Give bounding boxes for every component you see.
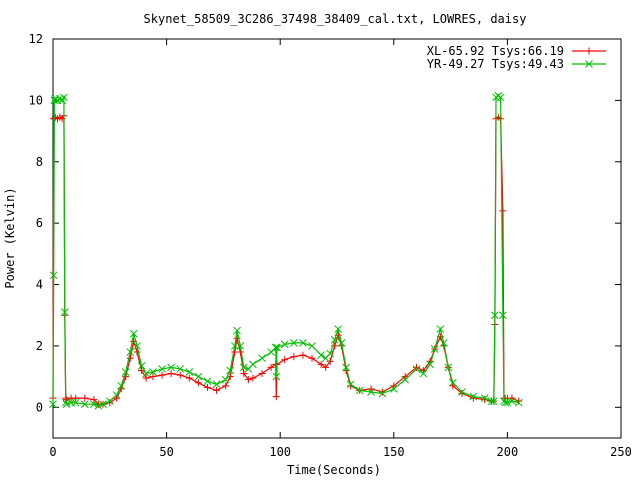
- data-point: [249, 360, 257, 369]
- data-point: [176, 371, 184, 379]
- y-tick-label: 12: [29, 32, 43, 46]
- data-point: [203, 383, 211, 391]
- data-point: [185, 368, 194, 376]
- data-point: [81, 394, 89, 402]
- y-tick-label: 4: [36, 278, 43, 292]
- x-axis-label: Time(Seconds): [287, 463, 381, 477]
- data-point: [203, 377, 212, 386]
- data-point: [272, 393, 280, 401]
- series-layer: [49, 91, 523, 410]
- x-tick-label: 0: [49, 445, 56, 459]
- y-tick-label: 10: [29, 93, 43, 107]
- data-point: [158, 371, 166, 379]
- data-point: [258, 370, 266, 378]
- series-0: [49, 112, 523, 408]
- chart: Skynet_58509_3C286_37498_38409_cal.txt, …: [3, 12, 632, 477]
- data-point: [317, 351, 325, 359]
- data-point: [167, 370, 175, 378]
- legend: XL-65.92 Tsys:66.19YR-49.27 Tsys:49.43: [427, 44, 606, 71]
- y-tick-label: 8: [36, 155, 43, 169]
- x-tick-label: 50: [159, 445, 173, 459]
- x-tick-label: 250: [610, 445, 632, 459]
- x-tick-label: 150: [383, 445, 405, 459]
- data-point: [212, 380, 221, 389]
- legend-label: XL-65.92 Tsys:66.19: [427, 44, 564, 58]
- x-tick-label: 200: [497, 445, 519, 459]
- data-point: [185, 374, 193, 382]
- data-point: [515, 397, 523, 405]
- x-tick-label: 100: [269, 445, 291, 459]
- series-line: [52, 113, 520, 405]
- data-point: [213, 386, 221, 394]
- chart-title: Skynet_58509_3C286_37498_38409_cal.txt, …: [144, 12, 527, 26]
- data-point: [499, 207, 507, 215]
- data-point: [436, 325, 445, 333]
- data-point: [267, 363, 275, 371]
- y-tick-label: 6: [36, 216, 43, 230]
- y-tick-label: 0: [36, 400, 43, 414]
- x-axis: 0 50 100 150 200 250: [49, 39, 632, 459]
- data-point: [194, 372, 203, 381]
- data-point: [249, 374, 257, 382]
- data-point: [299, 351, 307, 359]
- data-point: [308, 354, 316, 362]
- y-tick-label: 2: [36, 339, 43, 353]
- data-point: [317, 360, 325, 368]
- data-point: [194, 379, 202, 387]
- data-point: [222, 382, 230, 390]
- legend-marker: [585, 47, 593, 55]
- y-axis-label: Power (Kelvin): [3, 187, 17, 288]
- plot-frame: [52, 38, 622, 439]
- data-point: [308, 342, 316, 350]
- legend-label: YR-49.27 Tsys:49.43: [427, 57, 564, 71]
- data-point: [494, 91, 503, 100]
- series-1: [49, 91, 523, 410]
- data-point: [290, 353, 298, 361]
- data-point: [258, 354, 266, 363]
- data-point: [281, 356, 289, 364]
